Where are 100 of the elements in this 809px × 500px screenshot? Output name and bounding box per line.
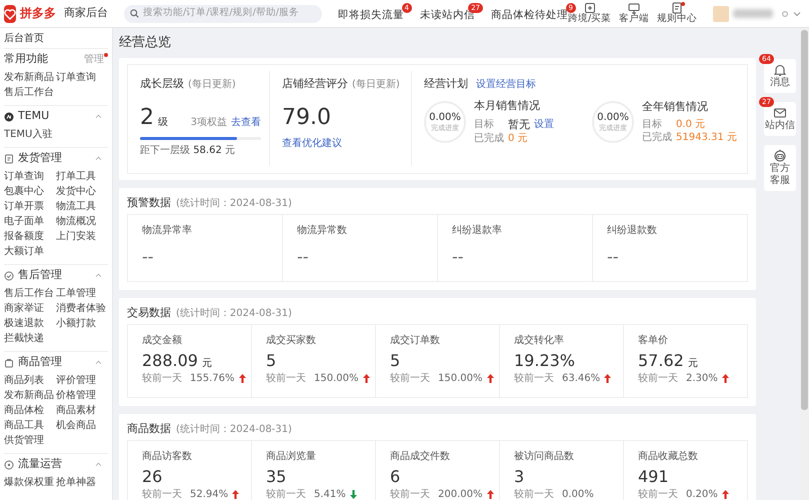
sidebar-item[interactable]: 消费者体验 <box>56 301 108 316</box>
section-title: 常用功能 <box>4 52 48 67</box>
change-value: 200.00% <box>438 488 482 500</box>
toolbar-button[interactable]: 规则中心 <box>657 2 698 25</box>
sidebar-item[interactable]: 商品体检 <box>4 403 56 418</box>
sidebar-item[interactable]: 发货中心 <box>56 184 108 199</box>
side-button[interactable]: 官方客服 <box>764 145 796 191</box>
gear-icon <box>781 10 790 18</box>
metric-value: -- <box>607 247 619 266</box>
sidebar-item[interactable]: 上门安装 <box>56 229 108 244</box>
sidebar-item[interactable]: 商品工具 <box>4 418 56 433</box>
done-label: 已完成 <box>642 131 672 144</box>
sidebar-item[interactable]: 评价管理 <box>56 373 108 388</box>
metric-label: 商品访客数 <box>142 450 193 463</box>
sidebar-item[interactable]: 后台首页 <box>4 28 108 48</box>
block-title: 本月销售情况 <box>474 99 541 114</box>
sidebar-item[interactable]: 供货管理 <box>4 433 56 448</box>
sidebar-item[interactable]: 订单开票 <box>4 199 56 214</box>
level-value: 2 <box>140 107 154 130</box>
stat-time-note: (统计时间：2024-08-31) <box>176 422 292 436</box>
sidebar-item[interactable]: 报备额度 <box>4 229 56 244</box>
set-goal-link[interactable]: 设置经营目标 <box>476 78 536 91</box>
sidebar-item[interactable]: 抢单神器 <box>56 475 108 490</box>
toolbar-button[interactable]: 客户端 <box>619 2 650 25</box>
metric-value: 491 <box>638 467 669 486</box>
metric-value: -- <box>142 247 154 266</box>
change-value: 0.20% <box>686 488 718 500</box>
logo-icon <box>4 8 16 20</box>
sidebar-item[interactable]: 爆款保权重 <box>4 475 56 490</box>
search-field[interactable]: 搜索功能/订单/课程/规则/帮助/服务 <box>124 4 322 22</box>
chevron-up-icon[interactable] <box>95 273 102 278</box>
sidebar-item[interactable]: 物流概况 <box>56 214 108 229</box>
metric-label: 成交订单数 <box>390 334 441 347</box>
sidebar-item[interactable]: 电子面单 <box>4 214 56 229</box>
sidebar-item[interactable]: TEMU入驻 <box>4 127 56 142</box>
suggestion-link[interactable]: 查看优化建议 <box>282 137 342 150</box>
section-title: 发货管理 <box>18 151 62 166</box>
metric-value: 26 <box>142 467 162 486</box>
section-title: 交易数据 <box>127 306 171 320</box>
chevron-up-icon[interactable] <box>95 360 102 365</box>
document-icon <box>671 2 684 14</box>
blurred-label <box>733 9 774 18</box>
scrollbar-thumb[interactable] <box>801 30 808 410</box>
section-title: 商品管理 <box>18 355 62 370</box>
set-link[interactable]: 设置 <box>534 118 554 132</box>
metric-label: 成交买家数 <box>266 334 317 347</box>
section-title: 经营计划 <box>424 77 468 92</box>
sidebar-item[interactable]: 打单工具 <box>56 169 108 184</box>
sidebar-item[interactable]: 售后工作台 <box>4 85 56 100</box>
alert-link[interactable]: 商品体检待处理 <box>491 8 568 22</box>
update-note: (每日更新) <box>352 78 400 91</box>
sidebar-item[interactable]: 大额订单 <box>4 244 56 259</box>
chevron-up-icon[interactable] <box>95 114 102 119</box>
sidebar-item[interactable]: 发布新商品 <box>4 388 56 403</box>
compare-label: 较前一天 <box>514 372 554 386</box>
target-value: 暂无 <box>508 118 530 132</box>
compare-label: 较前一天 <box>266 488 306 500</box>
sidebar-item[interactable]: 价格管理 <box>56 388 108 403</box>
sidebar-item[interactable]: 工单管理 <box>56 286 108 301</box>
compare-label: 较前一天 <box>514 488 554 500</box>
chevron-down-icon[interactable] <box>793 10 802 16</box>
done-label: 已完成 <box>474 132 504 145</box>
sidebar-item[interactable]: 商品素材 <box>56 403 108 418</box>
metric-unit: 元 <box>202 358 212 370</box>
metric-label: 商品成交件数 <box>390 450 451 463</box>
monitor-icon <box>628 2 640 14</box>
alert-link[interactable]: 即将损失流量 <box>338 8 404 22</box>
sidebar-item[interactable]: 小额打款 <box>56 316 108 331</box>
metric-label: 被访问商品数 <box>514 450 575 463</box>
target-label: 目标 <box>474 118 495 132</box>
sidebar-item[interactable]: 商品列表 <box>4 373 56 388</box>
sidebar-item[interactable]: 机会商品 <box>56 418 108 433</box>
metric-label: 纠纷退款率 <box>452 224 503 237</box>
metric-label: 客单价 <box>638 334 669 347</box>
chevron-up-icon[interactable] <box>95 462 102 467</box>
chevron-up-icon[interactable] <box>95 156 102 161</box>
sidebar-item[interactable]: 极速退款 <box>4 316 56 331</box>
change-value: 0.00% <box>562 488 594 500</box>
sidebar-item[interactable]: 订单查询 <box>56 70 108 85</box>
sidebar-item[interactable]: 物流工具 <box>56 199 108 214</box>
metric-label: 成交金额 <box>142 334 183 347</box>
compare-label: 较前一天 <box>142 488 182 500</box>
sidebar-item[interactable]: 发布新商品 <box>4 70 56 85</box>
sidebar-item[interactable]: 拦截快递 <box>4 331 56 346</box>
circle-icon <box>4 460 14 470</box>
metric-value: -- <box>297 247 309 266</box>
sidebar-item[interactable]: 售后工作台 <box>4 286 56 301</box>
store-avatar <box>713 6 730 22</box>
sidebar-item[interactable]: 商家举证 <box>4 301 56 316</box>
sidebar-item[interactable]: 包裹中心 <box>4 184 56 199</box>
logo-text: 拼多多 <box>20 6 56 22</box>
update-note: (每日更新) <box>188 78 236 91</box>
section-title: 售后管理 <box>18 268 62 283</box>
section-title: 流量运营 <box>18 457 62 472</box>
box-icon <box>584 2 596 14</box>
change-value: 150.00% <box>438 372 482 386</box>
app-name: 商家后台 <box>64 6 108 21</box>
section-title: 成长层级 <box>140 77 184 92</box>
view-link[interactable]: 去查看 <box>231 116 261 130</box>
sidebar-item[interactable]: 订单查询 <box>4 169 56 184</box>
